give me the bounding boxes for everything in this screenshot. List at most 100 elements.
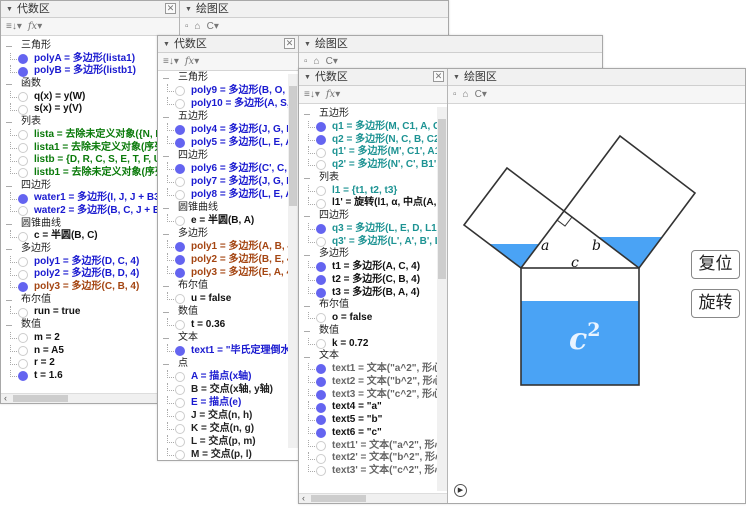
graphics-title-bar[interactable]: ▼ 绘图区: [448, 69, 745, 86]
list-item[interactable]: q1' = 多边形(M', C1', A1',: [299, 146, 445, 159]
visibility-toggle[interactable]: [18, 307, 28, 318]
list-item[interactable]: k = 0.72: [299, 337, 437, 351]
collapse-icon[interactable]: ▼: [163, 41, 170, 48]
visibility-toggle[interactable]: [18, 92, 28, 103]
list-item[interactable]: t1 = 多边形(A, C, 4): [299, 261, 437, 274]
list-item[interactable]: u = false: [158, 292, 288, 305]
visibility-toggle[interactable]: [175, 436, 185, 447]
list-item[interactable]: text2' = 文本("b^2", 形心: [299, 452, 445, 465]
list-item[interactable]: text2 = 文本("b^2", 形心: [299, 375, 443, 389]
list-item[interactable]: q3 = 多边形(L, E, D, L1): [299, 222, 440, 236]
visibility-toggle[interactable]: [175, 319, 185, 330]
list-item[interactable]: lista1 = 去除未定义对象(序列(: [1, 141, 179, 155]
list-item[interactable]: text1 = 文本("a^2", 形心: [299, 363, 442, 376]
list-item[interactable]: r = 2: [1, 357, 179, 370]
group-header[interactable]: 数值: [158, 305, 288, 318]
horizontal-scrollbar[interactable]: ‹: [1, 393, 179, 403]
group-header[interactable]: 多边形: [158, 227, 288, 240]
visibility-toggle[interactable]: [175, 176, 185, 187]
visibility-toggle[interactable]: [316, 440, 326, 451]
list-item[interactable]: l1' = 旋转(l1, α, 中点(A, B: [299, 197, 446, 210]
list-item[interactable]: q(x) = y(W): [1, 90, 179, 104]
home-icon[interactable]: ⌂: [463, 89, 469, 100]
collapse-icon[interactable]: ▼: [185, 6, 192, 13]
group-header[interactable]: 四边形: [1, 180, 179, 193]
list-item[interactable]: poly10 = 多边形(A, S, P): [158, 97, 298, 110]
list-item[interactable]: poly6 = 多边形(C', C, D, N: [158, 162, 298, 175]
list-item[interactable]: poly4 = 多边形(J, G, B, E,: [158, 123, 298, 136]
group-header[interactable]: 三角形: [158, 71, 288, 84]
list-item[interactable]: L = 交点(p, m): [158, 435, 288, 448]
visibility-toggle[interactable]: [175, 397, 185, 408]
visibility-toggle[interactable]: [18, 333, 28, 344]
list-item[interactable]: K = 交点(n, g): [158, 422, 288, 435]
list-item[interactable]: text1' = 文本("a^2", 形心: [299, 439, 444, 453]
group-header[interactable]: 三角形: [1, 40, 179, 53]
list-item[interactable]: text3' = 文本("c^2", 形心: [299, 465, 444, 478]
vertical-scrollbar[interactable]: [437, 107, 447, 491]
style-menu-icon[interactable]: C▾: [326, 56, 338, 67]
visibility-toggle[interactable]: [18, 257, 28, 268]
visibility-toggle[interactable]: [18, 206, 28, 217]
list-item[interactable]: text4 = "a": [299, 401, 437, 414]
graphics-title-bar[interactable]: ▼ 绘图区: [180, 1, 448, 18]
visibility-toggle[interactable]: [316, 198, 326, 209]
visibility-toggle[interactable]: [175, 423, 185, 434]
visibility-toggle[interactable]: [175, 267, 185, 278]
visibility-toggle[interactable]: [316, 275, 326, 286]
close-icon[interactable]: ✕: [433, 71, 444, 82]
list-item[interactable]: s(x) = y(V): [1, 103, 179, 116]
close-icon[interactable]: ✕: [165, 3, 176, 14]
list-item[interactable]: text3 = 文本("c^2", 形心: [299, 388, 442, 402]
group-header[interactable]: 多边形: [299, 248, 437, 261]
visibility-toggle[interactable]: [316, 338, 326, 349]
list-item[interactable]: poly3 = 多边形(C, B, 4): [1, 281, 179, 294]
visibility-toggle[interactable]: [175, 85, 185, 96]
list-item[interactable]: t = 0.36: [158, 318, 288, 331]
fx-icon[interactable]: fx▾: [185, 56, 199, 67]
visibility-toggle[interactable]: [18, 54, 28, 65]
list-item[interactable]: m = 2: [1, 331, 179, 345]
algebra-title-bar[interactable]: ▼ 代数区 ✕: [299, 69, 447, 86]
group-header[interactable]: 圆锥曲线: [158, 201, 288, 214]
visibility-toggle[interactable]: [18, 193, 28, 204]
visibility-toggle[interactable]: [316, 262, 326, 273]
play-icon[interactable]: ▶: [454, 484, 467, 497]
list-item[interactable]: poly8 = 多边形(L, E, A, P): [158, 188, 298, 201]
list-item[interactable]: poly5 = 多边形(L, E, A, H,: [158, 136, 298, 149]
list-item[interactable]: polyB = 多边形(listb1): [1, 65, 179, 78]
group-header[interactable]: 布尔值: [299, 299, 437, 312]
close-icon[interactable]: ✕: [284, 38, 295, 49]
sort-icon[interactable]: ≡↓▾: [6, 21, 22, 32]
visibility-toggle[interactable]: [18, 168, 28, 179]
group-header[interactable]: 函数: [1, 78, 179, 91]
visibility-toggle[interactable]: [18, 269, 28, 280]
list-item[interactable]: run = true: [1, 306, 179, 319]
list-item[interactable]: e = 半圆(B, A): [158, 214, 288, 227]
list-item[interactable]: t3 = 多边形(B, A, 4): [299, 286, 437, 300]
list-item[interactable]: n = A5: [1, 344, 179, 358]
visibility-toggle[interactable]: [316, 453, 326, 464]
list-item[interactable]: l1 = {t1, t2, t3}: [299, 184, 437, 198]
list-item[interactable]: J = 交点(n, h): [158, 409, 288, 422]
axes-icon[interactable]: ▫: [304, 56, 308, 67]
visibility-toggle[interactable]: [316, 122, 326, 133]
visibility-toggle[interactable]: [316, 466, 326, 477]
graphics-title-bar[interactable]: ▼ 绘图区: [299, 36, 602, 53]
visibility-toggle[interactable]: [175, 371, 185, 382]
vertical-scrollbar[interactable]: [288, 74, 298, 448]
list-item[interactable]: poly2 = 多边形(B, D, 4): [1, 268, 179, 281]
home-icon[interactable]: ⌂: [195, 21, 201, 32]
visibility-toggle[interactable]: [18, 155, 28, 166]
visibility-toggle[interactable]: [175, 254, 185, 265]
visibility-toggle[interactable]: [18, 371, 28, 382]
list-item[interactable]: A = 描点(x轴): [158, 370, 288, 383]
visibility-toggle[interactable]: [316, 147, 326, 158]
visibility-toggle[interactable]: [18, 66, 28, 77]
fx-icon[interactable]: fx▾: [28, 21, 42, 32]
reset-button[interactable]: 复位: [691, 250, 740, 279]
rotate-button[interactable]: 旋转: [691, 289, 740, 318]
list-item[interactable]: lista = 去除未定义对象({N, D, C: [1, 128, 179, 142]
axes-icon[interactable]: ▫: [185, 21, 189, 32]
list-item[interactable]: poly2 = 多边形(B, E, 4): [158, 253, 296, 266]
